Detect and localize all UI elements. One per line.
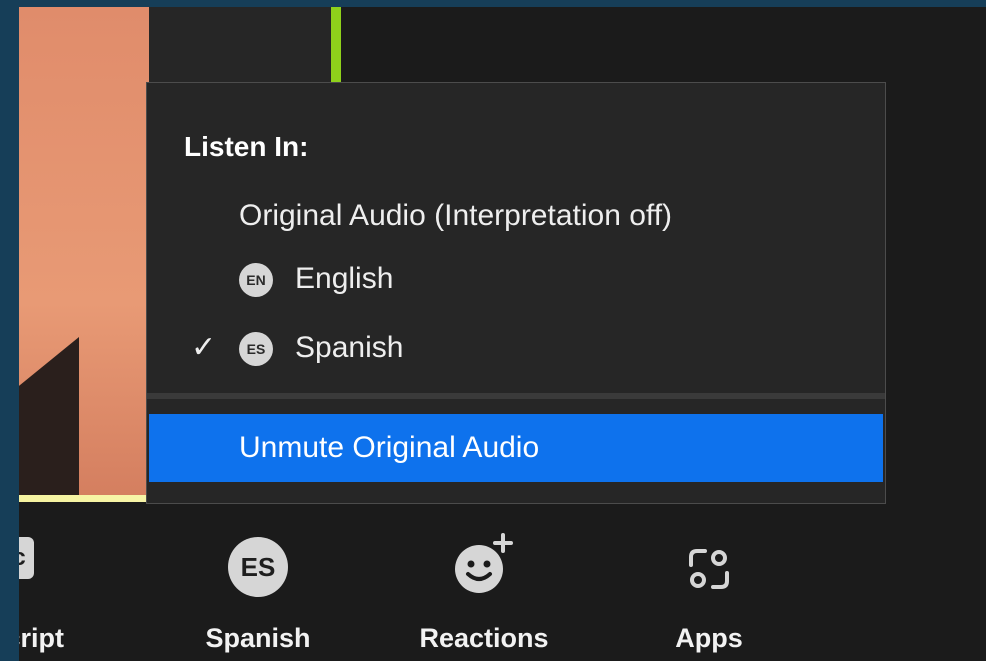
meeting-toolbar: c nscript ES Spanish Reactions xyxy=(19,507,986,661)
language-es-icon: ES xyxy=(239,332,273,366)
menu-item-label: Original Audio (Interpretation off) xyxy=(239,199,673,232)
apps-icon xyxy=(685,545,733,598)
menu-item-original-audio[interactable]: Original Audio (Interpretation off) xyxy=(147,186,885,246)
toolbar-apps-label: Apps xyxy=(675,623,743,653)
cc-icon: c xyxy=(19,537,34,579)
reactions-icon xyxy=(449,531,519,602)
menu-divider xyxy=(147,393,885,399)
checkmark-icon: ✓ xyxy=(191,331,217,364)
language-es-icon: ES xyxy=(228,537,288,597)
menu-heading: Listen In: xyxy=(184,131,309,162)
unmute-original-audio-button[interactable]: Unmute Original Audio xyxy=(149,414,883,482)
toolbar-language-label: Spanish xyxy=(205,623,311,653)
toolbar-reactions-label: Reactions xyxy=(419,623,549,653)
menu-item-english[interactable]: EN English xyxy=(147,249,885,309)
language-en-icon: EN xyxy=(239,263,273,297)
menu-item-label: Spanish xyxy=(295,331,404,364)
menu-item-label: English xyxy=(295,262,394,295)
menu-action-label: Unmute Original Audio xyxy=(239,431,540,464)
interpretation-menu: Listen In: Original Audio (Interpretatio… xyxy=(146,82,886,504)
menu-item-spanish[interactable]: ✓ ES Spanish xyxy=(147,318,885,378)
toolbar-transcript-label: nscript xyxy=(19,623,65,653)
active-speaker-indicator xyxy=(331,7,341,87)
